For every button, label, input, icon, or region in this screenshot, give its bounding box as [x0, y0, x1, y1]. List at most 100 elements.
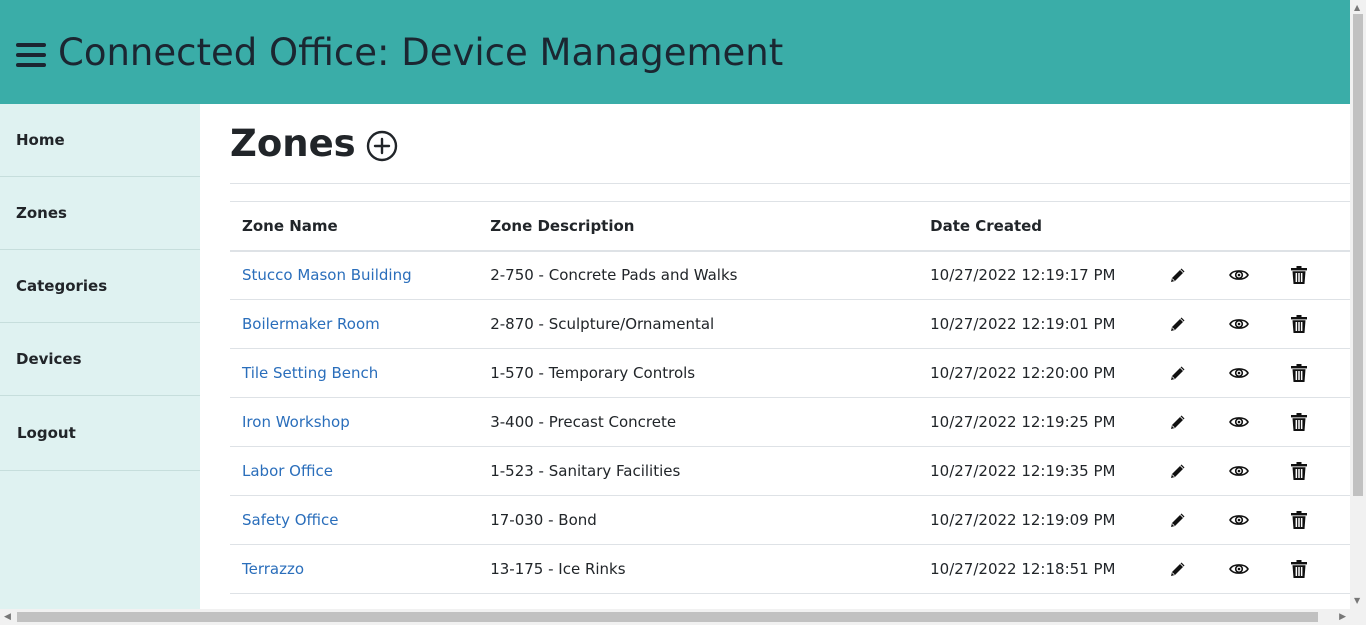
table-row: Tile Setting Bench 1-570 - Temporary Cont… — [230, 348, 1350, 398]
eye-icon[interactable] — [1228, 265, 1249, 285]
eye-icon[interactable] — [1228, 461, 1249, 481]
view-cell — [1228, 446, 1290, 496]
sidebar: Home Zones Categories Devices Logout — [0, 104, 200, 609]
edit-cell — [1168, 544, 1229, 594]
sidebar-item-categories[interactable]: Categories — [0, 250, 200, 323]
delete-cell — [1289, 250, 1350, 300]
edit-cell — [1168, 348, 1229, 398]
add-circle-icon[interactable] — [366, 130, 398, 162]
view-cell — [1228, 544, 1290, 594]
trash-icon[interactable] — [1289, 510, 1309, 530]
trash-icon[interactable] — [1289, 363, 1309, 383]
zones-table: Zone Name Zone Description Date Created … — [230, 201, 1350, 594]
edit-cell — [1168, 299, 1229, 349]
table-row: Iron Workshop 3-400 - Precast Concrete 10/… — [230, 397, 1350, 447]
zone-date-cell: 10/27/2022 12:19:17 PM — [918, 250, 1169, 300]
zone-name-link[interactable]: Boilermaker Room — [242, 315, 380, 333]
delete-cell — [1289, 446, 1350, 496]
zone-name-cell: Labor Office — [230, 446, 479, 496]
horizontal-scroll-thumb[interactable] — [17, 612, 1318, 622]
eye-icon[interactable] — [1228, 314, 1249, 334]
page-heading: Zones — [230, 104, 1350, 184]
scroll-right-arrow-icon[interactable]: ▶ — [1339, 612, 1346, 622]
zone-name-cell: Safety Office — [230, 495, 479, 545]
trash-icon[interactable] — [1289, 412, 1309, 432]
zone-description-cell: 17-030 - Bond — [478, 495, 919, 545]
pencil-icon[interactable] — [1168, 314, 1188, 334]
edit-cell — [1168, 250, 1229, 300]
view-cell — [1228, 495, 1290, 545]
zone-date-cell: 10/27/2022 12:19:01 PM — [918, 299, 1169, 349]
trash-icon[interactable] — [1289, 314, 1309, 334]
vertical-scroll-thumb[interactable] — [1353, 14, 1363, 496]
app-title: Connected Office: Device Management — [58, 30, 784, 74]
pencil-icon[interactable] — [1168, 461, 1188, 481]
zone-description-cell: 2-750 - Concrete Pads and Walks — [478, 250, 919, 300]
vertical-scrollbar[interactable]: ▲ ▼ — [1350, 0, 1366, 609]
main-content: Zones Zone Name Zone Description Date Cr… — [230, 104, 1350, 609]
delete-cell — [1289, 495, 1350, 545]
zone-name-link[interactable]: Labor Office — [242, 462, 333, 480]
trash-icon[interactable] — [1289, 559, 1309, 579]
sidebar-item-home[interactable]: Home — [0, 104, 200, 177]
zone-name-cell: Tile Setting Bench — [230, 348, 479, 398]
scroll-up-arrow-icon[interactable]: ▲ — [1354, 4, 1360, 12]
table-row: Stucco Mason Building 2-750 - Concrete Pa… — [230, 250, 1350, 300]
zone-description-cell: 2-870 - Sculpture/Ornamental — [478, 299, 919, 349]
zone-description-cell: 13-175 - Ice Rinks — [478, 544, 919, 594]
header-actions-view — [1228, 201, 1290, 252]
zone-date-cell: 10/27/2022 12:18:51 PM — [918, 544, 1169, 594]
sidebar-item-zones[interactable]: Zones — [0, 177, 200, 250]
delete-cell — [1289, 544, 1350, 594]
zone-date-cell: 10/27/2022 12:20:00 PM — [918, 348, 1169, 398]
zone-name-cell: Boilermaker Room — [230, 299, 479, 349]
zone-description-cell: 1-570 - Temporary Controls — [478, 348, 919, 398]
view-cell — [1228, 348, 1290, 398]
view-cell — [1228, 397, 1290, 447]
hamburger-menu-icon[interactable] — [16, 43, 46, 67]
app-header: Connected Office: Device Management — [0, 0, 1350, 104]
horizontal-scrollbar[interactable]: ◀ ▶ — [0, 609, 1366, 625]
header-date-created: Date Created — [918, 201, 1169, 252]
zone-name-cell: Iron Workshop — [230, 397, 479, 447]
zone-name-link[interactable]: Stucco Mason Building — [242, 266, 412, 284]
zone-date-cell: 10/27/2022 12:19:35 PM — [918, 446, 1169, 496]
edit-cell — [1168, 446, 1229, 496]
edit-cell — [1168, 495, 1229, 545]
zone-description-cell: 3-400 - Precast Concrete — [478, 397, 919, 447]
delete-cell — [1289, 299, 1350, 349]
pencil-icon[interactable] — [1168, 363, 1188, 383]
zone-name-cell: Stucco Mason Building — [230, 250, 479, 300]
eye-icon[interactable] — [1228, 412, 1249, 432]
table-row: Terrazzo 13-175 - Ice Rinks 10/27/2022 12:… — [230, 544, 1350, 594]
scroll-down-arrow-icon[interactable]: ▼ — [1354, 597, 1360, 605]
zone-description-cell: 1-523 - Sanitary Facilities — [478, 446, 919, 496]
zone-name-link[interactable]: Iron Workshop — [242, 413, 350, 431]
zone-name-link[interactable]: Terrazzo — [242, 560, 304, 578]
header-actions-edit — [1168, 201, 1229, 252]
pencil-icon[interactable] — [1168, 510, 1188, 530]
page-title: Zones — [230, 122, 356, 165]
view-cell — [1228, 250, 1290, 300]
pencil-icon[interactable] — [1168, 412, 1188, 432]
eye-icon[interactable] — [1228, 363, 1249, 383]
header-zone-description: Zone Description — [478, 201, 919, 252]
zone-date-cell: 10/27/2022 12:19:09 PM — [918, 495, 1169, 545]
trash-icon[interactable] — [1289, 265, 1309, 285]
header-zone-name: Zone Name — [230, 201, 479, 252]
zone-name-link[interactable]: Tile Setting Bench — [242, 364, 378, 382]
eye-icon[interactable] — [1228, 510, 1249, 530]
zone-name-link[interactable]: Safety Office — [242, 511, 339, 529]
scroll-left-arrow-icon[interactable]: ◀ — [4, 612, 11, 622]
delete-cell — [1289, 397, 1350, 447]
sidebar-item-devices[interactable]: Devices — [0, 323, 200, 396]
delete-cell — [1289, 348, 1350, 398]
header-actions-delete — [1289, 201, 1350, 252]
pencil-icon[interactable] — [1168, 265, 1188, 285]
trash-icon[interactable] — [1289, 461, 1309, 481]
view-cell — [1228, 299, 1290, 349]
eye-icon[interactable] — [1228, 559, 1249, 579]
sidebar-item-logout[interactable]: Logout — [0, 396, 200, 471]
table-row: Boilermaker Room 2-870 - Sculpture/Orname… — [230, 299, 1350, 349]
pencil-icon[interactable] — [1168, 559, 1188, 579]
